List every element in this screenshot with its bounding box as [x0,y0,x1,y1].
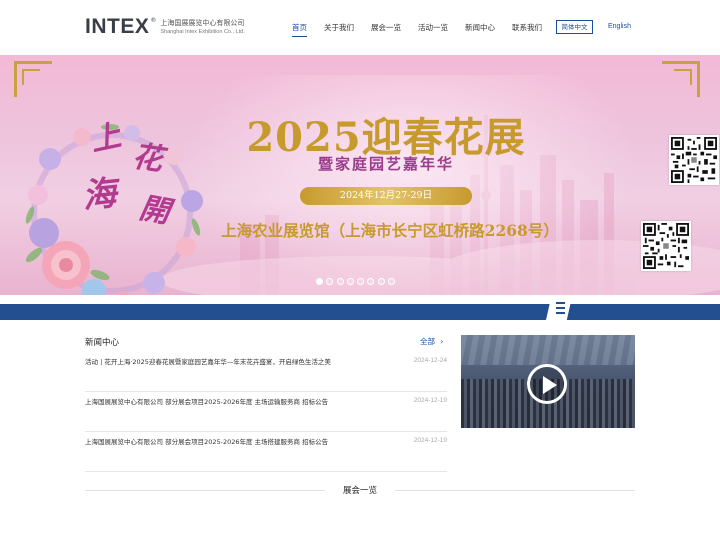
news-item-date: 2024-12-24 [413,357,447,364]
site-header: INTEX ® 上海国展展览中心有限公司 Shanghai Intex Exhi… [0,0,720,55]
carousel-dot[interactable] [367,278,375,285]
lang-english-link[interactable]: English [608,23,631,30]
carousel-dots [316,278,398,285]
nav-news[interactable]: 新闻中心 [465,22,495,37]
company-name-cn: 上海国展展览中心有限公司 [160,19,245,27]
news-item[interactable]: 上海国展展览中心有限公司 部分展会项目2025-2026年度 主场搭建服务商 招… [85,432,447,472]
news-item[interactable]: 上海国展展览中心有限公司 部分展会项目2025-2026年度 主场运输服务商 招… [85,392,447,432]
registered-mark: ® [150,17,157,24]
banner-venue: 上海农业展览馆（上海市长宁区虹桥路2268号） [221,221,559,240]
corner-ornament-left [14,61,52,97]
nav-contact[interactable]: 联系我们 [512,22,542,37]
video-scene-ceiling [461,335,635,365]
banner-date: 2024年12月27-29日 [300,187,472,205]
carousel-dot[interactable] [346,278,354,285]
logo-text: 上海国展展览中心有限公司 Shanghai Intex Exhibition C… [160,19,244,36]
company-logo[interactable]: INTEX ® 上海国展展览中心有限公司 Shanghai Intex Exhi… [85,16,245,38]
news-item-title[interactable]: 活动 | 花开上海·2025迎春花展暨家庭园艺嘉年华—年末花卉盛宴，开启绿色生活… [85,357,343,368]
lang-chinese-button[interactable]: 简体中文 [556,20,593,34]
chevron-right-icon: › [440,337,444,346]
nav-about[interactable]: 关于我们 [324,22,354,37]
nav-home[interactable]: 首页 [292,22,307,37]
hero-banner[interactable]: 上 花 海 開 2025迎春花展 暨家庭园艺嘉年华 2024年12月27-29日… [0,55,720,295]
wreath-char-2: 花 [130,139,165,178]
nav-exhibitions[interactable]: 展会一览 [371,22,401,37]
news-item[interactable]: 活动 | 花开上海·2025迎春花展暨家庭园艺嘉年华—年末花卉盛宴，开启绿色生活… [85,352,447,392]
news-item-date: 2024-12-19 [413,397,447,404]
main-nav: 首页 关于我们 展会一览 活动一览 新闻中心 联系我们 [292,22,559,37]
qr-code-icon [641,221,691,271]
carousel-dot[interactable] [336,278,344,285]
divider-line [395,490,635,491]
carousel-dot[interactable] [326,278,334,285]
corner-ornament-right [662,61,700,97]
news-more-label: 全部 [420,337,435,346]
news-list: 活动 | 花开上海·2025迎春花展暨家庭园艺嘉年华—年末花卉盛宴，开启绿色生活… [85,352,447,472]
carousel-dot[interactable] [357,278,365,285]
section-divider-strip [0,304,720,320]
wreath-char-3: 海 [80,173,119,217]
strip-emblem-lines [556,302,565,314]
news-item-title[interactable]: 上海国展展览中心有限公司 部分展会项目2025-2026年度 主场运输服务商 招… [85,397,343,408]
news-item-title[interactable]: 上海国展展览中心有限公司 部分展会项目2025-2026年度 主场搭建服务商 招… [85,437,343,448]
news-item-date: 2024-12-19 [413,437,447,444]
play-icon[interactable] [527,364,567,404]
company-name-en: Shanghai Intex Exhibition Co., Ltd. [160,29,245,35]
divider-line [85,490,325,491]
banner-subtitle: 暨家庭园艺嘉年华 [317,155,454,173]
news-more-link[interactable]: 全部 › [420,336,443,347]
carousel-dot[interactable] [316,278,323,285]
nav-events[interactable]: 活动一览 [418,22,448,37]
exhibitions-heading-row: 展会一览 [85,484,635,496]
carousel-dot[interactable] [377,278,385,285]
carousel-dot[interactable] [388,278,396,285]
exhibitions-section-title: 展会一览 [342,486,377,496]
news-section-title: 新闻中心 [85,338,120,348]
qr-code-icon [669,135,719,185]
logo-mark: INTEX [85,15,150,38]
video-thumbnail[interactable] [461,335,635,428]
